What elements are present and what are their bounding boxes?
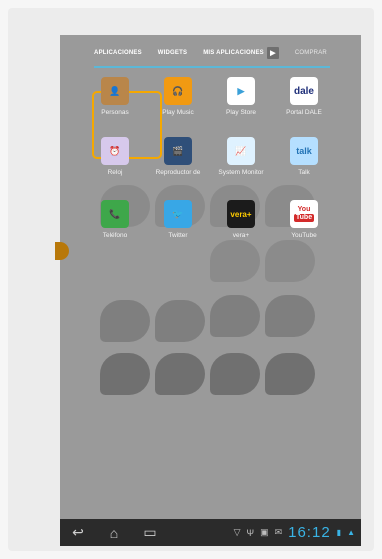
usb-icon: Ψ: [246, 527, 255, 538]
app-personas[interactable]: 👤 Personas: [85, 77, 145, 116]
recent-apps-icon[interactable]: ▭: [132, 524, 168, 541]
status-area[interactable]: ▽ Ψ ▣ ✉ 16:12 ▮ ▲: [234, 524, 361, 541]
app-portal-dale[interactable]: dale Portal DALE: [274, 77, 334, 116]
phone-icon: 📞: [101, 200, 129, 228]
app-label: Play Music: [162, 109, 194, 116]
wallpaper-shape: [265, 240, 315, 282]
app-label: System Monitor: [218, 169, 264, 176]
tablet-screen: APLICACIONES WIDGETS MIS APLICACIONES ▶ C…: [60, 35, 361, 546]
contacts-icon: 👤: [101, 77, 129, 105]
tab-aplicaciones[interactable]: APLICACIONES: [86, 50, 150, 56]
app-label: Twitter: [168, 232, 188, 239]
tab-label: MIS APLICACIONES: [203, 50, 264, 56]
app-label: Reloj: [107, 169, 123, 176]
app-label: Personas: [101, 109, 129, 116]
app-label: Talk: [298, 169, 310, 176]
wallpaper-shape: [100, 300, 150, 342]
headphones-icon: 🎧: [164, 77, 192, 105]
video-player-icon: 🎬: [164, 137, 192, 165]
app-talk[interactable]: talk Talk: [274, 137, 334, 176]
wallpaper-shape: [265, 353, 315, 395]
wallpaper-shape: [210, 240, 260, 282]
wallpaper-shape: [265, 295, 315, 337]
dale-icon: dale: [290, 77, 318, 105]
wallpaper-shape: [155, 300, 205, 342]
app-label: Teléfono: [102, 232, 128, 239]
app-label: YouTube: [291, 232, 317, 239]
status-clock: 16:12: [288, 524, 331, 541]
shopping-bag-icon: ▶: [266, 47, 279, 59]
system-monitor-icon: 📈: [227, 137, 255, 165]
mail-notification-icon: ✉: [274, 527, 283, 537]
app-label: Reproductor de: [155, 169, 201, 176]
talk-icon: talk: [290, 137, 318, 165]
tab-mis-aplicaciones[interactable]: MIS APLICACIONES ▶: [195, 47, 287, 59]
app-label: Portal DALE: [286, 109, 322, 116]
app-label: Play Store: [226, 109, 256, 116]
vera-icon: vera+: [227, 200, 255, 228]
clock-icon: ⏰: [101, 137, 129, 165]
app-youtube[interactable]: You Tube YouTube: [274, 200, 334, 239]
tab-label: APLICACIONES: [94, 50, 142, 56]
signal-icon: ▮: [336, 528, 342, 537]
wallpaper-shape: [155, 353, 205, 395]
back-icon[interactable]: ↩: [60, 524, 96, 541]
tab-label: COMPRAR: [294, 50, 327, 56]
home-icon[interactable]: ⌂: [96, 525, 132, 541]
wallpaper-shape: [210, 295, 260, 337]
system-navigation-bar: ↩ ⌂ ▭ ▽ Ψ ▣ ✉ 16:12 ▮ ▲: [60, 519, 361, 546]
app-label: vera+: [232, 232, 250, 239]
play-store-icon: ▶: [227, 77, 255, 105]
tab-comprar[interactable]: COMPRAR: [287, 50, 335, 56]
youtube-icon: You Tube: [290, 200, 318, 228]
twitter-icon: 🐦: [164, 200, 192, 228]
battery-icon: ▲: [347, 528, 355, 537]
app-telefono[interactable]: 📞 Teléfono: [85, 200, 145, 239]
wallpaper-shape: [210, 353, 260, 395]
image-notification-icon: ▣: [260, 527, 269, 537]
app-play-music[interactable]: 🎧 Play Music: [148, 77, 208, 116]
active-tab-indicator: [94, 66, 330, 68]
app-system-monitor[interactable]: 📈 System Monitor: [211, 137, 271, 176]
app-vera[interactable]: vera+ vera+: [211, 200, 271, 239]
chevron-down-icon: ▽: [233, 527, 241, 537]
tab-widgets[interactable]: WIDGETS: [150, 50, 195, 56]
app-twitter[interactable]: 🐦 Twitter: [148, 200, 208, 239]
wallpaper-shape: [100, 353, 150, 395]
app-play-store[interactable]: ▶ Play Store: [211, 77, 271, 116]
app-reproductor[interactable]: 🎬 Reproductor de: [148, 137, 208, 176]
tab-label: WIDGETS: [157, 50, 188, 56]
app-reloj[interactable]: ⏰ Reloj: [85, 137, 145, 176]
